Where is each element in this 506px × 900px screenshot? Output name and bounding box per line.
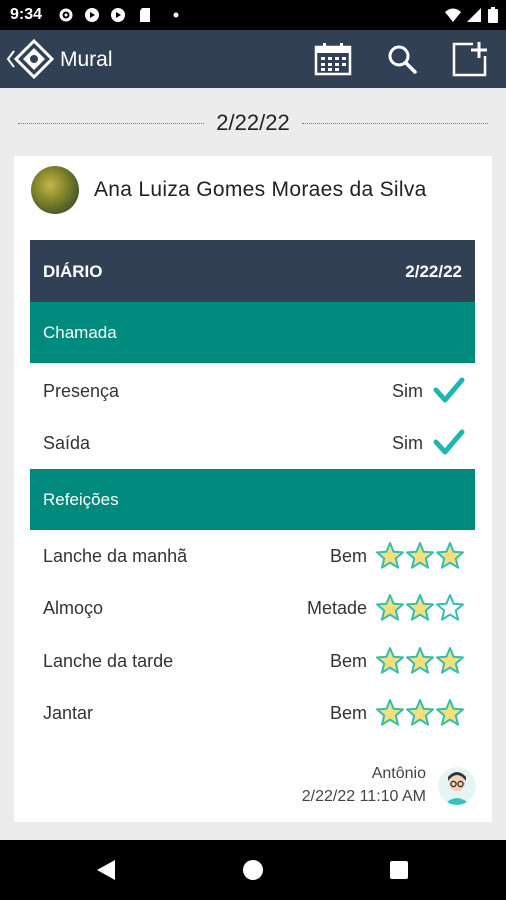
star-filled-icon: [406, 699, 434, 726]
dot-icon: [173, 12, 179, 18]
star-filled-icon: [436, 647, 464, 674]
row-label: Jantar: [43, 703, 94, 723]
diary-header-label: DIÁRIO: [43, 262, 103, 281]
battery-icon: [488, 7, 498, 23]
new-post-icon: [452, 42, 487, 77]
diary-header: DIÁRIO 2/22/22: [30, 240, 475, 302]
recents-square-icon: [390, 861, 408, 879]
rating-stars: [375, 593, 465, 623]
footer-avatar[interactable]: [438, 767, 476, 805]
app-bar-title: Mural: [60, 48, 113, 71]
star-empty-icon: [436, 594, 464, 621]
divider: [18, 122, 205, 124]
diary-header-date: 2/22/22: [405, 262, 462, 281]
back-logo-button[interactable]: [2, 39, 56, 79]
diary-post-card: Ana Luiza Gomes Moraes da Silva DIÁRIO 2…: [14, 156, 492, 822]
star-filled-icon: [436, 699, 464, 726]
row-label: Lanche da tarde: [43, 651, 174, 671]
status-time: 9:34: [10, 6, 43, 23]
status-bar: 9:34: [0, 0, 506, 30]
settings-icon: [59, 8, 73, 22]
rating-stars: [375, 646, 465, 676]
home-circle-icon: [243, 860, 263, 880]
signal-icon: [467, 8, 481, 22]
calendar-icon: [314, 43, 352, 76]
nav-home-button[interactable]: [237, 854, 269, 886]
row-label: Almoço: [43, 598, 104, 618]
row-label: Presença: [43, 381, 120, 401]
star-filled-icon: [376, 594, 404, 621]
star-filled-icon: [406, 594, 434, 621]
row-value: Metade: [306, 598, 367, 618]
search-button[interactable]: [382, 39, 422, 79]
play-store-icon: [111, 8, 125, 22]
star-filled-icon: [406, 647, 434, 674]
star-filled-icon: [436, 542, 464, 569]
row-value: Sim: [392, 433, 423, 453]
rating-stars: [375, 541, 465, 571]
section-title: Refeições: [43, 490, 119, 509]
star-filled-icon: [376, 542, 404, 569]
new-post-button[interactable]: [450, 39, 490, 79]
list-item-lanche-manha: Lanche da manhã Bem: [30, 530, 475, 582]
play-protect-icon: [85, 8, 99, 22]
section-title: Chamada: [43, 323, 117, 342]
calendar-button[interactable]: [313, 39, 353, 79]
nav-recents-button[interactable]: [383, 854, 415, 886]
divider: [301, 122, 488, 124]
post-footer-author: Antônio: [371, 765, 426, 782]
app-bar: Mural: [0, 30, 506, 88]
rating-stars: [375, 698, 465, 728]
date-separator: 2/22/22: [18, 108, 488, 138]
section-refeicoes: Refeições: [30, 469, 475, 530]
list-item-jantar: Jantar Bem: [30, 687, 475, 739]
diamond-logo-icon: [14, 39, 54, 79]
row-label: Saída: [43, 433, 91, 453]
sd-card-icon: [140, 8, 150, 22]
list-item-lanche-tarde: Lanche da tarde Bem: [30, 635, 475, 687]
row-value: Bem: [329, 703, 367, 723]
check-icon: [433, 429, 465, 455]
back-triangle-icon: [97, 860, 115, 880]
row-value: Sim: [392, 381, 423, 401]
check-icon: [433, 377, 465, 403]
date-separator-label: 2/22/22: [216, 110, 290, 135]
feed[interactable]: 2/22/22 Ana Luiza Gomes Moraes da Silva …: [0, 88, 506, 840]
section-chamada: Chamada: [30, 302, 475, 363]
wifi-icon: [445, 8, 461, 22]
post-footer-timestamp: 2/22/22 11:10 AM: [301, 788, 426, 805]
author-name: Ana Luiza Gomes Moraes da Silva: [94, 178, 427, 201]
star-filled-icon: [376, 699, 404, 726]
star-filled-icon: [406, 542, 434, 569]
row-label: Lanche da manhã: [43, 546, 188, 566]
search-icon: [388, 45, 417, 74]
user-avatar-icon: [438, 767, 476, 805]
row-value: Bem: [329, 651, 367, 671]
navigation-bar: [0, 840, 506, 900]
author-avatar[interactable]: [31, 166, 79, 214]
row-value: Bem: [329, 546, 367, 566]
list-item-saida: Saída Sim: [30, 417, 475, 469]
nav-back-button[interactable]: [90, 854, 122, 886]
list-item-almoco: Almoço Metade: [30, 582, 475, 634]
list-item-presenca: Presença Sim: [30, 365, 475, 417]
star-filled-icon: [376, 647, 404, 674]
